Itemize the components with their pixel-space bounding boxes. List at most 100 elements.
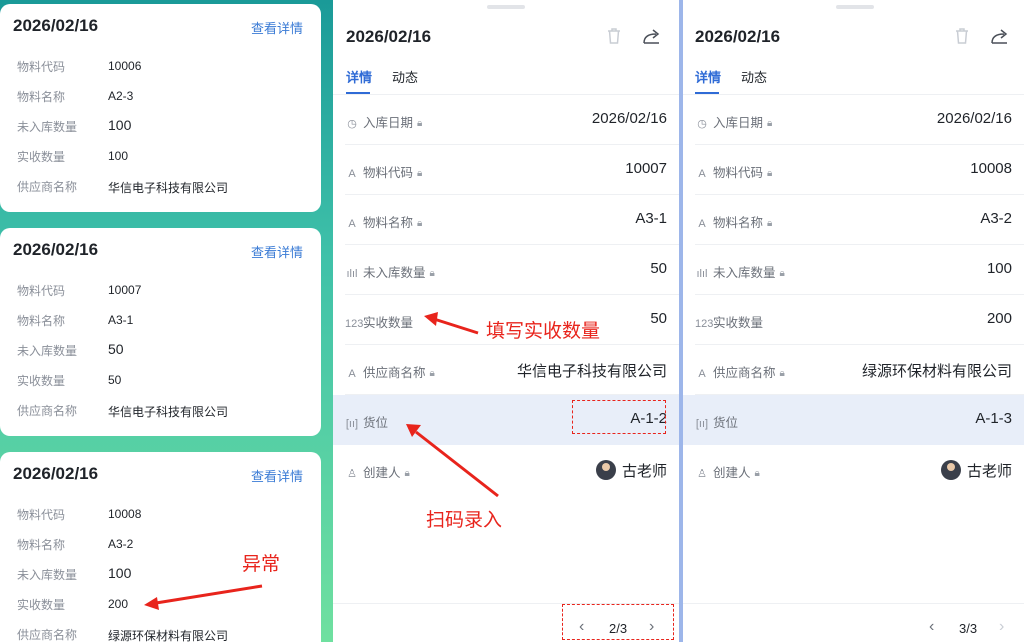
- field-label: 实收数量: [17, 150, 66, 164]
- text-icon: A: [698, 168, 706, 180]
- field-value: 100: [986, 260, 1012, 277]
- field-label: 供应商名称: [713, 366, 776, 380]
- field-label: 实收数量: [713, 316, 764, 330]
- tab-details[interactable]: 详情: [695, 67, 721, 86]
- field-row: A 物料名称 🔒︎ A3-2: [683, 195, 1024, 245]
- field-value: 华信电子科技有限公司: [108, 181, 229, 195]
- field-label: 物料名称: [713, 216, 764, 230]
- field-label: 物料代码: [17, 284, 66, 298]
- field-value: 100: [108, 117, 132, 133]
- share-icon[interactable]: [641, 25, 663, 47]
- avatar: [940, 460, 961, 480]
- drag-handle[interactable]: [487, 5, 525, 9]
- chevron-left-icon[interactable]: ‹: [929, 618, 934, 636]
- field-label: 供应商名称: [17, 628, 78, 642]
- avatar: [595, 460, 616, 480]
- location-row[interactable]: [ıı] 货位 A-1-3: [683, 395, 1024, 445]
- tab-activity[interactable]: 动态: [741, 67, 767, 86]
- annotation-abnormal: 异常: [242, 554, 281, 575]
- field-value: 10008: [108, 507, 142, 521]
- bar-chart-icon: ılıl: [346, 268, 358, 280]
- drag-handle[interactable]: [836, 5, 874, 9]
- lock-icon: 🔒︎: [417, 168, 423, 179]
- text-icon: A: [698, 368, 706, 380]
- field-row: ♙ 创建人 🔒︎ 古老师: [333, 445, 679, 495]
- bar-chart-icon: ılıl: [696, 268, 708, 280]
- field-label: 物料名称: [17, 90, 66, 104]
- field-label: 未入库数量: [363, 266, 426, 280]
- field-value: 10007: [625, 160, 667, 177]
- lock-icon: 🔒︎: [417, 218, 423, 229]
- lock-icon: 🔒︎: [779, 268, 785, 279]
- pagination-bar: ‹ 3/3 ›: [683, 603, 1024, 642]
- field-label: 实收数量: [17, 374, 66, 388]
- user-icon: ♙: [347, 468, 357, 480]
- field-value: 10007: [108, 283, 142, 297]
- field-label: 未入库数量: [713, 266, 776, 280]
- tab-details[interactable]: 详情: [346, 67, 372, 86]
- card-date: 2026/02/16: [13, 16, 99, 35]
- field-row: ♙ 创建人 🔒︎ 古老师: [683, 445, 1024, 495]
- card-date: 2026/02/16: [13, 464, 99, 483]
- field-label: 物料代码: [17, 508, 66, 522]
- text-icon: A: [698, 218, 706, 230]
- field-row: A 物料名称 🔒︎ A3-1: [333, 195, 679, 245]
- field-value: A3-2: [980, 210, 1012, 227]
- actual-qty-row[interactable]: 123实收数量 200: [683, 295, 1024, 345]
- field-value: A3-1: [635, 210, 667, 227]
- field-label: 货位: [363, 416, 389, 430]
- field-row: ılıl 未入库数量 🔒︎ 100: [683, 245, 1024, 295]
- actual-qty-input[interactable]: 50: [650, 310, 667, 327]
- field-label: 实收数量: [17, 598, 66, 612]
- field-row: ılıl 未入库数量 🔒︎ 50: [333, 245, 679, 295]
- field-value: 10008: [970, 160, 1012, 177]
- text-icon: A: [348, 218, 356, 230]
- field-value: 10006: [108, 59, 142, 73]
- scan-icon: [ıı]: [345, 418, 359, 430]
- annotation-scan-input: 扫码录入: [426, 510, 503, 531]
- field-label: 实收数量: [363, 316, 414, 330]
- field-row: ◷ 入库日期 🔒︎ 2026/02/16: [333, 95, 679, 145]
- trash-icon[interactable]: [603, 25, 625, 47]
- field-label: 未入库数量: [17, 344, 78, 358]
- view-details-link[interactable]: 查看详情: [251, 18, 303, 37]
- lock-icon: 🔒︎: [417, 118, 423, 129]
- location-highlight-box: [572, 400, 666, 434]
- record-card: 2026/02/16 查看详情 物料代码 10006 物料名称 A2-3 未入库数量…: [0, 4, 321, 212]
- share-icon[interactable]: [989, 25, 1011, 47]
- field-label: 物料代码: [363, 166, 414, 180]
- field-value: 100: [108, 149, 129, 163]
- record-list: 2026/02/16 查看详情 物料代码 10006 物料名称 A2-3 未入库数量…: [0, 0, 333, 642]
- field-label: 供应商名称: [363, 366, 426, 380]
- field-value: 50: [650, 260, 667, 277]
- trash-icon[interactable]: [951, 25, 973, 47]
- creator-name: 古老师: [966, 463, 1012, 480]
- field-row: ◷ 入库日期 🔒︎ 2026/02/16: [683, 95, 1024, 145]
- lock-icon: 🔒︎: [767, 218, 773, 229]
- field-label: 货位: [713, 416, 739, 430]
- lock-icon: 🔒︎: [767, 118, 773, 129]
- lock-icon: 🔒︎: [767, 168, 773, 179]
- field-row: A 物料代码 🔒︎ 10008: [683, 145, 1024, 195]
- lock-icon: 🔒︎: [754, 468, 760, 479]
- field-label: 物料代码: [713, 166, 764, 180]
- tab-activity[interactable]: 动态: [392, 67, 418, 86]
- field-label: 入库日期: [363, 116, 414, 130]
- field-value: 2026/02/16: [591, 110, 667, 127]
- field-value: 100: [108, 565, 132, 581]
- page-indicator: 3/3: [959, 621, 978, 636]
- lock-icon: 🔒︎: [404, 468, 410, 479]
- panel-date: 2026/02/16: [346, 27, 432, 46]
- view-details-link[interactable]: 查看详情: [251, 466, 303, 485]
- chevron-right-icon: ›: [999, 618, 1005, 635]
- actual-qty-input[interactable]: 200: [987, 310, 1012, 327]
- field-row: A 物料代码 🔒︎ 10007: [333, 145, 679, 195]
- record-card: 2026/02/16 查看详情 物料代码 10008 物料名称 A3-2 未入库数量…: [0, 452, 321, 642]
- scan-icon: [ıı]: [695, 418, 709, 430]
- view-details-link[interactable]: 查看详情: [251, 242, 303, 261]
- text-icon: A: [348, 168, 356, 180]
- location-input[interactable]: A-1-3: [975, 410, 1012, 427]
- field-label: 创建人: [713, 466, 751, 480]
- clock-icon: ◷: [347, 118, 357, 130]
- field-value: 50: [108, 341, 124, 357]
